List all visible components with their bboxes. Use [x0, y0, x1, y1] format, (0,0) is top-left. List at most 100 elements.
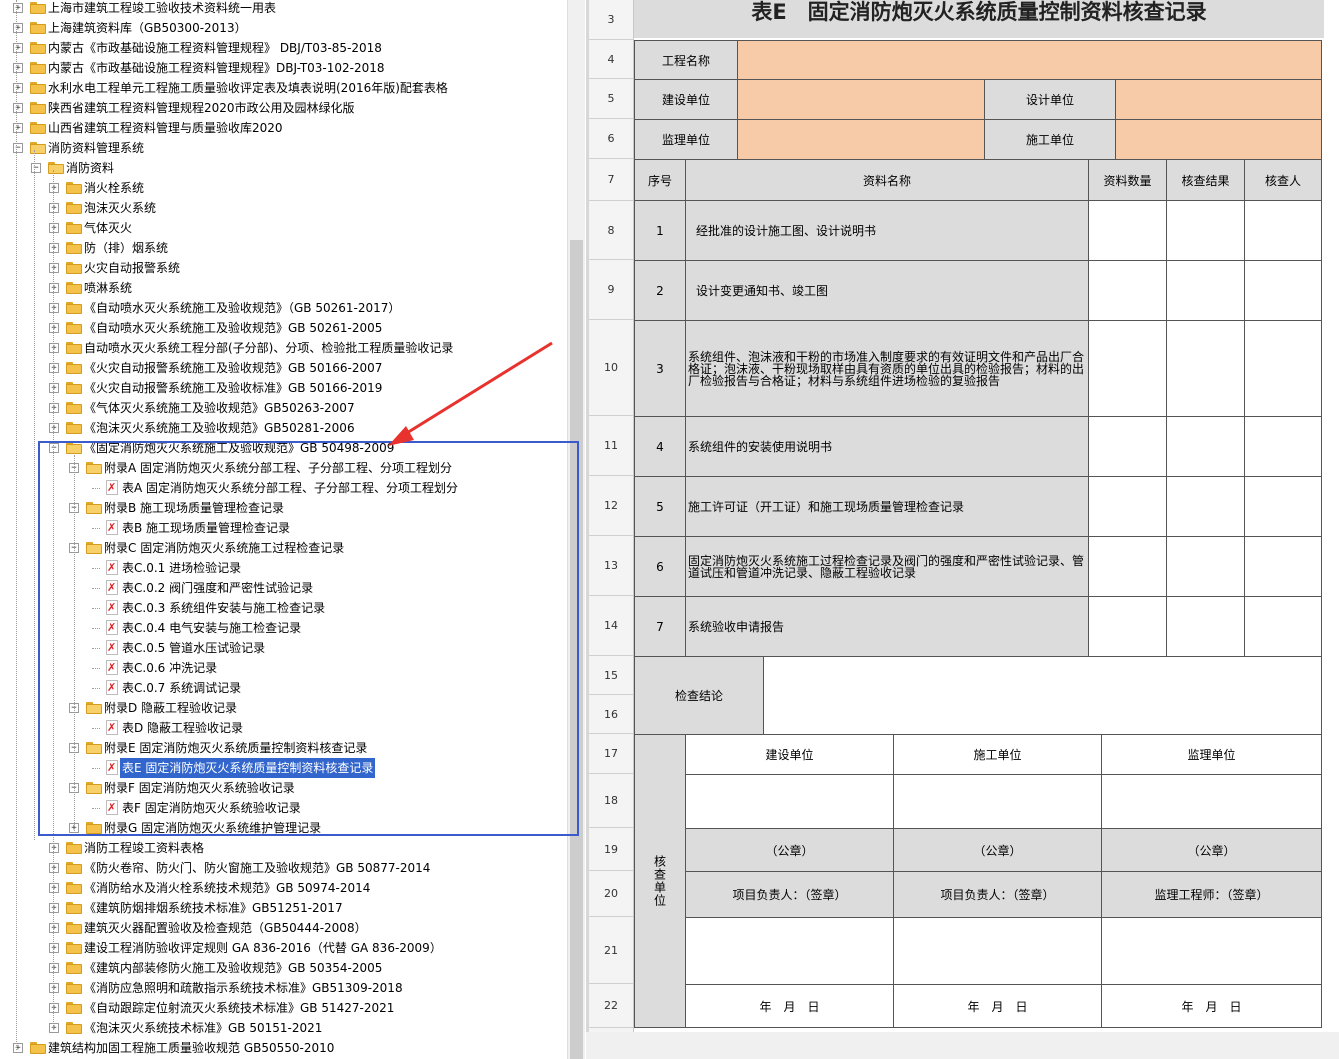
tree-item-label[interactable]: 表C.0.3 系统组件安装与施工检查记录 [122, 598, 325, 618]
tree-item-folder[interactable]: − 附录D 隐蔽工程验收记录 [0, 698, 567, 718]
sheet-panel[interactable]: 3 4 5 6 7 8 9 10 11 12 13 14 15 16 17 18 19 20 21 22 表E 固定消… [586, 0, 1339, 1059]
tree-item-label[interactable]: 表B 施工现场质量管理检查记录 [122, 518, 290, 538]
tree-item-label[interactable]: 水利水电工程单元工程施工质量验收评定表及填表说明(2016年版)配套表格 [48, 78, 448, 98]
row-number[interactable]: 3 [589, 0, 633, 40]
tree-item-folder[interactable]: + 上海市建筑工程竣工验收技术资料统一用表 [0, 0, 567, 18]
row-number[interactable]: 10 [589, 320, 633, 416]
tree-item-folder[interactable]: + 消火栓系统 [0, 178, 567, 198]
contractor-unit-field[interactable] [1115, 119, 1322, 160]
tree-item-document[interactable]: 表F 固定消防炮灭火系统验收记录 [0, 798, 567, 818]
tree-item-folder[interactable]: + 山西省建筑工程资料管理与质量验收库2020 [0, 118, 567, 138]
item-qty-field[interactable] [1088, 200, 1167, 261]
conclusion-field[interactable] [763, 656, 1322, 735]
tree-item-folder[interactable]: − 消防资料 [0, 158, 567, 178]
sign-area-contractor[interactable] [893, 774, 1102, 829]
row-number[interactable]: 22 [589, 984, 633, 1028]
item-result-field[interactable] [1166, 320, 1245, 417]
item-qty-field[interactable] [1088, 476, 1167, 537]
tree-item-folder[interactable]: − 附录B 施工现场质量管理检查记录 [0, 498, 567, 518]
tree-item-label[interactable]: 表E 固定消防炮灭火系统质量控制资料核查记录 [118, 757, 377, 779]
expand-icon[interactable]: + [13, 83, 23, 93]
tree-item-folder[interactable]: + 建筑结构加固工程施工质量验收规范 GB50550-2010 [0, 1038, 567, 1058]
expand-icon[interactable]: + [49, 843, 59, 853]
tree-item-label[interactable]: 表A 固定消防炮灭火系统分部工程、子分部工程、分项工程划分 [122, 478, 458, 498]
collapse-icon[interactable]: − [31, 163, 41, 173]
tree-item-label[interactable]: 附录G 固定消防炮灭火系统维护管理记录 [104, 818, 321, 838]
expand-icon[interactable]: + [49, 923, 59, 933]
expand-icon[interactable]: + [49, 303, 59, 313]
tree-item-folder[interactable]: + 建设工程消防验收评定规则 GA 836-2016（代替 GA 836-2009… [0, 938, 567, 958]
row-number[interactable]: 18 [589, 774, 633, 828]
tree-item-folder[interactable]: − 消防资料管理系统 [0, 138, 567, 158]
tree-item-label[interactable]: 上海市建筑工程竣工验收技术资料统一用表 [48, 0, 276, 18]
row-number[interactable]: 9 [589, 260, 633, 320]
tree-item-folder[interactable]: − 附录A 固定消防炮灭火系统分部工程、子分部工程、分项工程划分 [0, 458, 567, 478]
tree-item-folder[interactable]: + 《火灾自动报警系统施工及验收标准》GB 50166-2019 [0, 378, 567, 398]
tree-item-label[interactable]: 表C.0.6 冲洗记录 [122, 658, 217, 678]
tree-item-label[interactable]: 消火栓系统 [84, 178, 144, 198]
tree-item-document[interactable]: 表B 施工现场质量管理检查记录 [0, 518, 567, 538]
tree-item-document[interactable]: 表C.0.3 系统组件安装与施工检查记录 [0, 598, 567, 618]
item-result-field[interactable] [1166, 476, 1245, 537]
expand-icon[interactable]: + [49, 343, 59, 353]
date-construction[interactable]: 年 月 日 [685, 984, 894, 1028]
tree-scrollbar-thumb[interactable] [570, 240, 583, 1059]
item-result-field[interactable] [1166, 536, 1245, 597]
row-number[interactable]: 16 [589, 695, 633, 734]
row-number[interactable]: 5 [589, 79, 633, 119]
row-number[interactable]: 21 [589, 917, 633, 984]
tree-item-label[interactable]: 建筑结构加固工程施工质量验收规范 GB50550-2010 [48, 1038, 334, 1058]
tree-item-document[interactable]: 表C.0.7 系统调试记录 [0, 678, 567, 698]
tree-item-label[interactable]: 建筑灭火器配置验收及检查规范（GB50444-2008） [84, 918, 367, 938]
tree-item-label[interactable]: 《消防应急照明和疏散指示系统技术标准》GB51309-2018 [84, 978, 403, 998]
date-contractor[interactable]: 年 月 日 [893, 984, 1102, 1028]
tree-item-label[interactable]: 火灾自动报警系统 [84, 258, 180, 278]
sign-space-construction[interactable] [685, 917, 894, 985]
row-number[interactable]: 13 [589, 536, 633, 596]
tree-item-label[interactable]: 附录D 隐蔽工程验收记录 [104, 698, 237, 718]
tree-item-folder[interactable]: − 《固定消防炮灭火系统施工及验收规范》GB 50498-2009 [0, 438, 567, 458]
tree-item-label[interactable]: 表C.0.1 进场检验记录 [122, 558, 241, 578]
tree-panel[interactable]: + 上海市建筑工程竣工验收技术资料统一用表 + 上海建筑资料库（GB50300-201… [0, 0, 567, 1059]
tree-item-folder[interactable]: − 附录F 固定消防炮灭火系统验收记录 [0, 778, 567, 798]
expand-icon[interactable]: + [49, 263, 59, 273]
tree-item-folder[interactable]: + 消防工程竣工资料表格 [0, 838, 567, 858]
expand-icon[interactable]: + [49, 243, 59, 253]
tree-item-folder[interactable]: + 《自动跟踪定位射流灭火系统技术标准》GB 51427-2021 [0, 998, 567, 1018]
item-result-field[interactable] [1166, 596, 1245, 657]
tree-item-folder[interactable]: + 建筑灭火器配置验收及检查规范（GB50444-2008） [0, 918, 567, 938]
item-checker-field[interactable] [1244, 476, 1322, 537]
tree-item-label[interactable]: 陕西省建筑工程资料管理规程2020市政公用及园林绿化版 [48, 98, 355, 118]
tree-item-label[interactable]: 山西省建筑工程资料管理与质量验收库2020 [48, 118, 283, 138]
expand-icon[interactable]: + [49, 383, 59, 393]
tree-item-folder[interactable]: − 附录C 固定消防炮灭火系统施工过程检查记录 [0, 538, 567, 558]
tree-item-folder[interactable]: + 《建筑内部装修防火施工及验收规范》GB 50354-2005 [0, 958, 567, 978]
tree-item-label[interactable]: 附录E 固定消防炮灭火系统质量控制资料核查记录 [104, 738, 367, 758]
collapse-icon[interactable]: − [49, 443, 59, 453]
tree-item-label[interactable]: 《泡沫灭火系统施工及验收规范》GB50281-2006 [84, 418, 355, 438]
expand-icon[interactable]: + [13, 123, 23, 133]
tree-item-label[interactable]: 《固定消防炮灭火系统施工及验收规范》GB 50498-2009 [84, 438, 394, 458]
tree-item-folder[interactable]: + 气体灭火 [0, 218, 567, 238]
tree-item-label[interactable]: 消防资料管理系统 [48, 138, 144, 158]
item-result-field[interactable] [1166, 416, 1245, 477]
tree-item-folder[interactable]: + 《消防给水及消火栓系统技术规范》GB 50974-2014 [0, 878, 567, 898]
tree-item-label[interactable]: 表C.0.7 系统调试记录 [122, 678, 241, 698]
tree-item-folder[interactable]: + 内蒙古《市政基础设施工程资料管理规程》 DBJ/T03-85-2018 [0, 38, 567, 58]
expand-icon[interactable]: + [13, 23, 23, 33]
expand-icon[interactable]: + [49, 203, 59, 213]
tree-item-label[interactable]: 消防工程竣工资料表格 [84, 838, 204, 858]
tree-item-label[interactable]: 《消防给水及消火栓系统技术规范》GB 50974-2014 [84, 878, 370, 898]
row-number[interactable]: 17 [589, 734, 633, 774]
expand-icon[interactable]: + [49, 963, 59, 973]
tree-item-document[interactable]: 表C.0.1 进场检验记录 [0, 558, 567, 578]
expand-icon[interactable]: + [49, 403, 59, 413]
tree-item-label[interactable]: 表D 隐蔽工程验收记录 [122, 718, 243, 738]
construction-unit-field[interactable] [737, 79, 985, 120]
expand-icon[interactable]: + [13, 3, 23, 13]
item-checker-field[interactable] [1244, 260, 1322, 321]
tree-item-label[interactable]: 附录A 固定消防炮灭火系统分部工程、子分部工程、分项工程划分 [104, 458, 452, 478]
tree-item-document[interactable]: 表E 固定消防炮灭火系统质量控制资料核查记录 [0, 757, 567, 779]
item-checker-field[interactable] [1244, 536, 1322, 597]
item-qty-field[interactable] [1088, 536, 1167, 597]
